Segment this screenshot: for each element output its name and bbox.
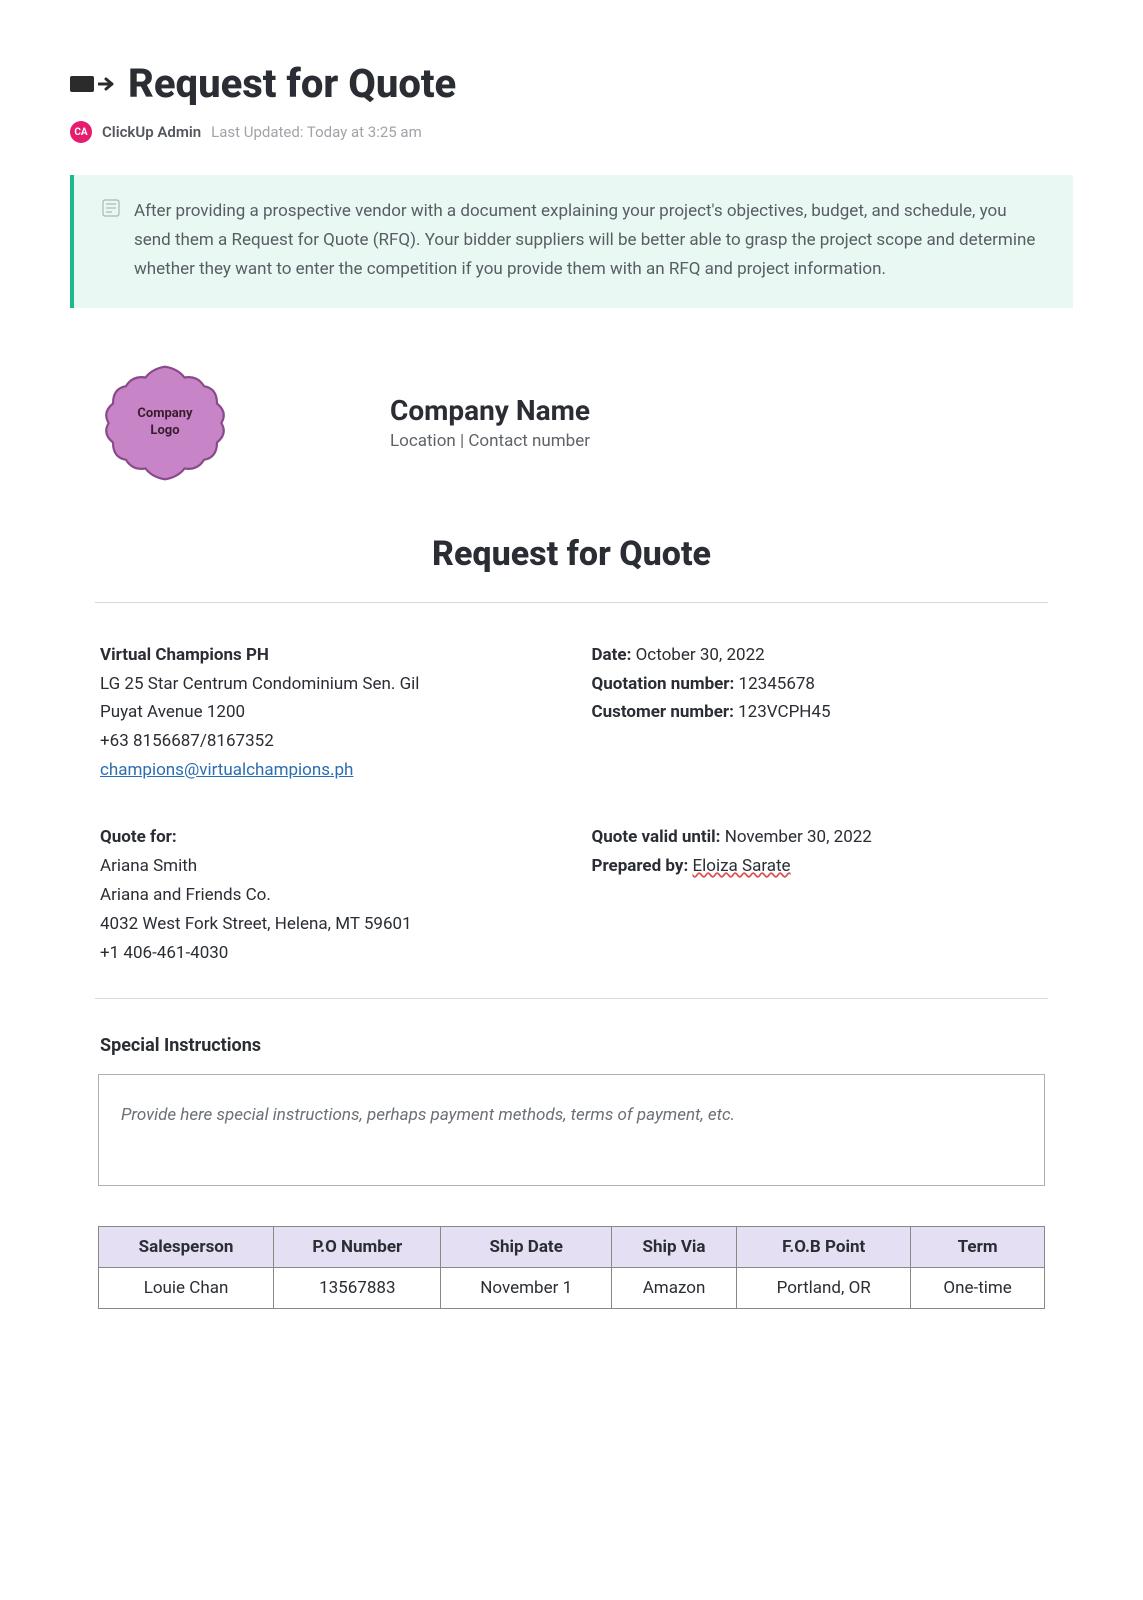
author-name: ClickUp Admin: [102, 123, 201, 141]
table-header-row: Salesperson P.O Number Ship Date Ship Vi…: [99, 1226, 1045, 1267]
valid-until-value: November 30, 2022: [725, 827, 872, 847]
quote-for-block: Quote for: Ariana Smith Ariana and Frien…: [100, 823, 552, 967]
vendor-address2: Puyat Avenue 1200: [100, 698, 552, 727]
quote-meta-block: Date: October 30, 2022 Quotation number:…: [592, 641, 1044, 785]
date-value: October 30, 2022: [636, 645, 765, 665]
vendor-email-link[interactable]: champions@virtualchampions.ph: [100, 760, 353, 780]
th-ship-via: Ship Via: [611, 1226, 736, 1267]
shipping-table: Salesperson P.O Number Ship Date Ship Vi…: [98, 1226, 1045, 1309]
page-title: Request for Quote: [128, 60, 456, 107]
vendor-name: Virtual Champions PH: [100, 645, 269, 665]
last-updated: Last Updated: Today at 3:25 am: [211, 123, 422, 141]
validity-block: Quote valid until: November 30, 2022 Pre…: [592, 823, 1044, 967]
company-info: Company Name Location | Contact number: [390, 394, 590, 451]
quote-for-address: 4032 West Fork Street, Helena, MT 59601: [100, 910, 552, 939]
company-name: Company Name: [390, 394, 590, 427]
td-fob-point: Portland, OR: [737, 1267, 911, 1308]
doc-icon: [70, 76, 94, 92]
info-callout: After providing a prospective vendor wit…: [70, 175, 1073, 308]
prepared-by-value: Eloiza Sarate: [692, 856, 790, 876]
note-icon: [102, 199, 120, 217]
company-row: Company Logo Company Name Location | Con…: [100, 358, 1043, 488]
customer-value: 123VCPH45: [738, 702, 830, 722]
info-text: After providing a prospective vendor wit…: [134, 197, 1045, 284]
company-sub: Location | Contact number: [390, 431, 590, 451]
document-header: Request for Quote: [70, 60, 1073, 107]
special-instructions-heading: Special Instructions: [100, 1035, 1073, 1056]
vendor-phone: +63 8156687/8167352: [100, 727, 552, 756]
table-row: Louie Chan 13567883 November 1 Amazon Po…: [99, 1267, 1045, 1308]
avatar: CA: [70, 121, 92, 143]
td-ship-date: November 1: [441, 1267, 611, 1308]
arrow-right-icon: [98, 76, 116, 92]
td-ship-via: Amazon: [611, 1267, 736, 1308]
logo-text: Company Logo: [137, 406, 192, 440]
header-icon-group: [70, 76, 116, 92]
logo-line1: Company: [137, 406, 192, 421]
logo-line2: Logo: [150, 423, 179, 438]
section-title: Request for Quote: [70, 534, 1073, 574]
th-fob-point: F.O.B Point: [737, 1226, 911, 1267]
date-label: Date:: [592, 645, 632, 665]
quote-for-heading: Quote for:: [100, 827, 177, 847]
company-logo-badge: Company Logo: [100, 358, 230, 488]
prepared-by-label: Prepared by:: [592, 856, 689, 876]
special-instructions-placeholder: Provide here special instructions, perha…: [121, 1105, 1022, 1125]
vendor-address1: LG 25 Star Centrum Condominium Sen. Gil: [100, 670, 552, 699]
td-term: One-time: [911, 1267, 1045, 1308]
quote-for-phone: +1 406-461-4030: [100, 939, 552, 968]
quotation-label: Quotation number:: [592, 674, 735, 694]
quote-for-name: Ariana Smith: [100, 852, 552, 881]
quotefor-validity-row: Quote for: Ariana Smith Ariana and Frien…: [100, 823, 1043, 967]
th-term: Term: [911, 1226, 1045, 1267]
vendor-block: Virtual Champions PH LG 25 Star Centrum …: [100, 641, 552, 785]
customer-label: Customer number:: [592, 702, 734, 722]
divider: [95, 998, 1048, 999]
th-salesperson: Salesperson: [99, 1226, 274, 1267]
valid-until-label: Quote valid until:: [592, 827, 721, 847]
td-po-number: 13567883: [274, 1267, 441, 1308]
th-ship-date: Ship Date: [441, 1226, 611, 1267]
special-instructions-box[interactable]: Provide here special instructions, perha…: [98, 1074, 1045, 1186]
th-po-number: P.O Number: [274, 1226, 441, 1267]
td-salesperson: Louie Chan: [99, 1267, 274, 1308]
quotation-value: 12345678: [739, 674, 815, 694]
vendor-meta-row: Virtual Champions PH LG 25 Star Centrum …: [100, 641, 1043, 785]
document-meta: CA ClickUp Admin Last Updated: Today at …: [70, 121, 1073, 143]
divider: [95, 602, 1048, 603]
quote-for-company: Ariana and Friends Co.: [100, 881, 552, 910]
